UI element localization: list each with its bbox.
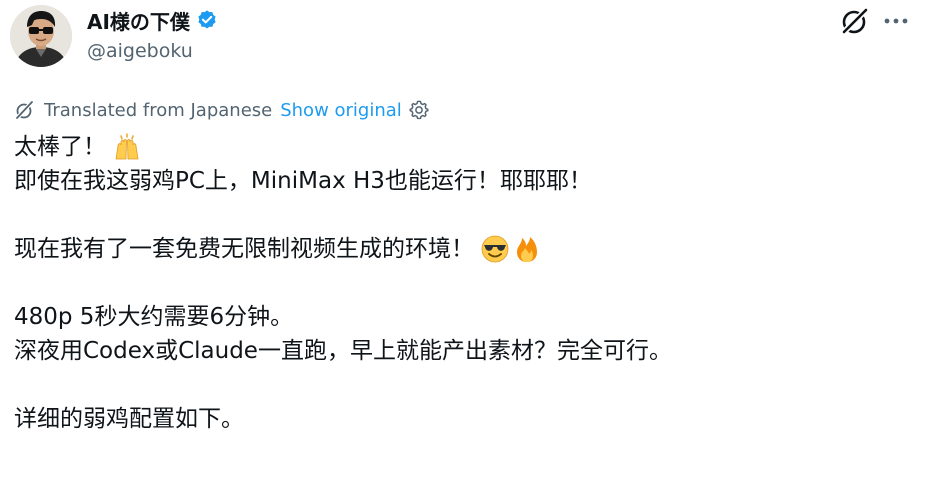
tweet-text: 太棒了！ 即使在我这弱鸡PC上，MiniMax H3也能运行！耶耶耶！ 现在我有… xyxy=(14,130,919,436)
tweet-line: 即使在我这弱鸡PC上，MiniMax H3也能运行！耶耶耶！ xyxy=(14,164,919,198)
avatar-image xyxy=(10,5,72,67)
translation-notice: Translated from Japanese Show original xyxy=(14,96,430,124)
avatar[interactable] xyxy=(10,5,72,67)
sunglasses-face-emoji-icon xyxy=(480,234,510,264)
tweet-line: 深夜用Codex或Claude一直跑，早上就能产出素材？完全可行。 xyxy=(14,334,919,368)
tweet-line-text: 480p 5秒大约需要6分钟。 xyxy=(14,304,294,330)
tweet-line-text: 即使在我这弱鸡PC上，MiniMax H3也能运行！耶耶耶！ xyxy=(14,168,592,194)
tweet-line-text: 现在我有了一套免费无限制视频生成的环境！ xyxy=(14,236,474,262)
grok-icon[interactable] xyxy=(840,6,870,36)
raising-hands-emoji-icon xyxy=(112,132,142,162)
tweet-line-text: 详细的弱鸡配置如下。 xyxy=(14,406,244,432)
tweet-line: 详细的弱鸡配置如下。 xyxy=(14,402,919,436)
fire-emoji-icon xyxy=(512,234,542,264)
gear-icon[interactable] xyxy=(408,99,430,121)
verified-badge-icon xyxy=(196,9,218,31)
display-name[interactable]: AI様の下僕 xyxy=(87,6,190,35)
tweet-line: 太棒了！ xyxy=(14,130,919,164)
translate-icon xyxy=(14,99,36,121)
author-handle[interactable]: @aigeboku xyxy=(87,40,193,62)
more-options-icon[interactable] xyxy=(880,8,912,34)
translated-from-label: Translated from Japanese xyxy=(44,99,273,121)
tweet-line-text: 深夜用Codex或Claude一直跑，早上就能产出素材？完全可行。 xyxy=(14,338,672,364)
tweet-line-text: 太棒了！ xyxy=(14,134,106,160)
author-name-row: AI様の下僕 xyxy=(87,6,218,34)
tweet-line: 现在我有了一套免费无限制视频生成的环境！ xyxy=(14,232,919,266)
tweet-line: 480p 5秒大约需要6分钟。 xyxy=(14,300,919,334)
show-original-link[interactable]: Show original xyxy=(280,100,402,121)
